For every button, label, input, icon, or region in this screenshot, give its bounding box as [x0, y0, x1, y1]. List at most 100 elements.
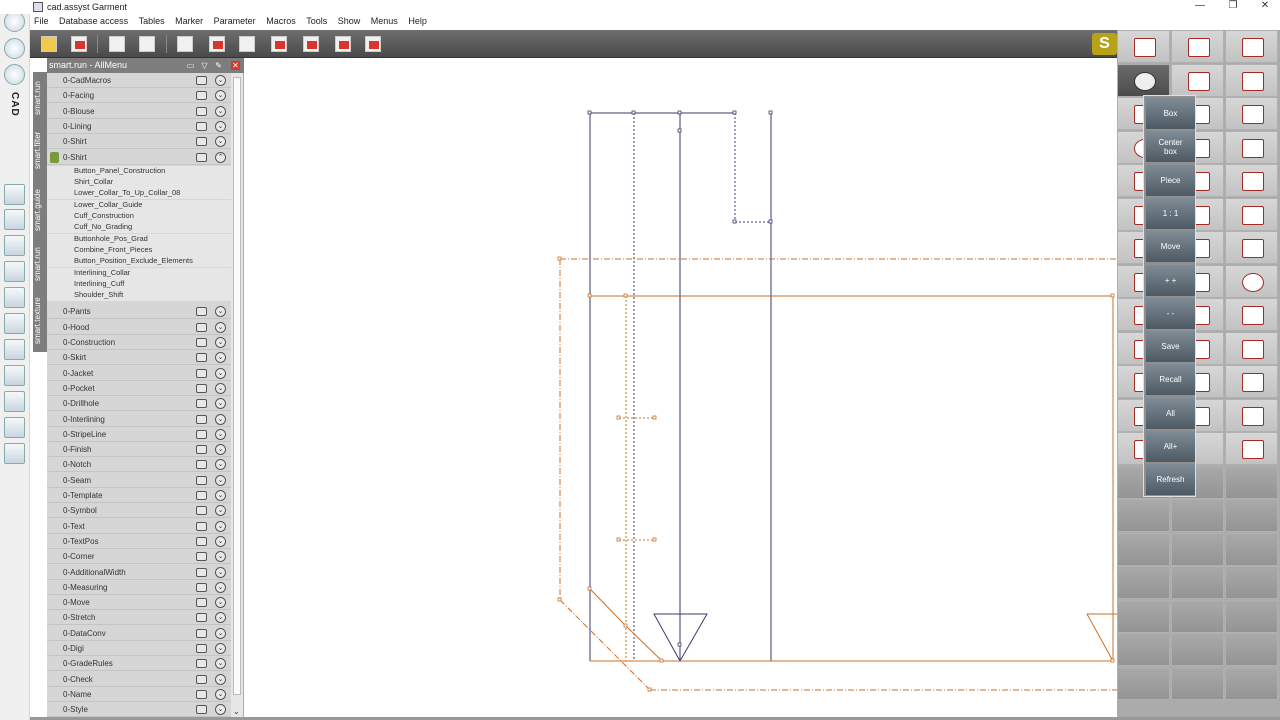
expand-icon[interactable]: ⌄	[215, 459, 226, 471]
panel-filter-icon[interactable]: ▽	[200, 61, 209, 70]
run-macro-icon[interactable]	[196, 414, 207, 424]
expand-icon[interactable]: ⌄	[215, 490, 226, 501]
list-item[interactable]: 0-TextPos ⌄	[47, 534, 231, 549]
drawing-canvas[interactable]	[244, 58, 1117, 717]
run-macro-icon[interactable]	[196, 628, 207, 638]
expand-icon[interactable]: ⌄	[215, 688, 226, 700]
run-macro-icon[interactable]	[196, 613, 207, 623]
cut-icon[interactable]	[4, 365, 25, 386]
figure-tool-icon[interactable]	[4, 287, 25, 308]
expand-icon[interactable]: ⌄	[215, 566, 226, 578]
mirror-tool-button[interactable]	[1225, 231, 1278, 264]
list-item[interactable]: 0-Check ⌄	[47, 672, 231, 687]
run-macro-icon[interactable]	[196, 121, 207, 131]
tab-smart-run[interactable]: smart.run	[33, 78, 47, 118]
redo-icon[interactable]	[136, 34, 158, 54]
export-icon[interactable]	[362, 34, 384, 54]
frame-icon[interactable]	[174, 34, 196, 54]
expand-icon[interactable]: ⌄	[215, 673, 226, 685]
menu-file[interactable]: File	[30, 14, 53, 28]
zoom-recall-button[interactable]: Recall	[1146, 364, 1195, 396]
expand-icon[interactable]: ⌄	[215, 382, 226, 394]
run-macro-icon[interactable]	[196, 322, 207, 332]
run-macro-icon[interactable]	[196, 491, 207, 500]
list-item[interactable]: 0-Digi ⌄	[47, 641, 231, 656]
open-folder-icon[interactable]	[38, 34, 60, 54]
list-item[interactable]: 0-Jacket ⌄	[47, 366, 231, 381]
run-macro-icon[interactable]	[196, 582, 207, 592]
expand-icon[interactable]: ⌄	[215, 75, 226, 86]
tab-smart-texture[interactable]: smart.texture	[33, 290, 47, 352]
figure-icon[interactable]	[4, 11, 25, 32]
list-item[interactable]: 0-Hood ⌄	[47, 320, 231, 335]
expand-icon[interactable]: ⌄	[215, 597, 226, 609]
zoom--button[interactable]: - -	[1146, 297, 1195, 329]
edit-piece-icon[interactable]	[332, 34, 354, 54]
zoom-center-box-button[interactable]: Center box	[1146, 131, 1195, 163]
list-item[interactable]: 0-Facing ⌄	[47, 88, 231, 104]
sub-list-item[interactable]: Combine_Front_Pieces	[47, 244, 231, 256]
expand-icon[interactable]: ⌄	[215, 627, 226, 639]
scroll-down-icon[interactable]: ⌄	[233, 707, 240, 716]
scrollbar-thumb[interactable]	[233, 77, 241, 695]
expand-icon[interactable]: ⌄	[215, 704, 226, 716]
list-item[interactable]: 0-CadMacros ⌄	[47, 73, 231, 88]
expand-icon[interactable]: ⌄	[215, 398, 226, 410]
run-macro-icon[interactable]	[196, 475, 207, 485]
run-macro-icon[interactable]	[196, 705, 207, 715]
expand-icon[interactable]: ⌄	[215, 413, 226, 425]
run-macro-icon[interactable]	[196, 338, 207, 347]
pattern-tool-icon[interactable]	[4, 209, 25, 230]
sub-list-item[interactable]: Button_Position_Exclude_Elements	[47, 256, 231, 268]
panel-minimize-icon[interactable]: ▭	[186, 61, 195, 70]
brush-tool-button[interactable]	[1171, 63, 1224, 97]
expand-icon[interactable]: ⌄	[215, 352, 226, 364]
list-item[interactable]: 0-Name ⌄	[47, 687, 231, 702]
print-icon[interactable]	[4, 443, 25, 464]
hatch-tool-button[interactable]	[1225, 432, 1278, 465]
globe-icon[interactable]	[4, 417, 25, 438]
run-macro-icon[interactable]	[196, 536, 207, 546]
delete-icon[interactable]	[206, 34, 228, 54]
list-item[interactable]: 0-Text ⌄	[47, 519, 231, 534]
run-macro-icon[interactable]	[196, 689, 207, 699]
zoom-tool-button[interactable]	[1117, 63, 1170, 97]
run-macro-icon[interactable]	[196, 429, 207, 439]
expand-icon[interactable]: ⌄	[215, 337, 226, 348]
list-item[interactable]: 0-Interlining ⌄	[47, 412, 231, 427]
collapse-icon[interactable]: ⌃	[215, 151, 226, 163]
tab-smart-filter[interactable]: smart.filter	[33, 122, 47, 178]
sub-list-item[interactable]: Interlining_Cuff	[47, 278, 231, 290]
expand-icon[interactable]: ⌄	[215, 612, 226, 624]
expand-icon[interactable]: ⌄	[215, 551, 226, 563]
list-item[interactable]: 0-Shirt ⌄	[47, 134, 231, 150]
ruler-icon[interactable]	[268, 34, 290, 54]
text-piece-tool-button[interactable]	[1225, 30, 1278, 63]
list-item[interactable]: 0-Drillhole ⌄	[47, 396, 231, 412]
run-macro-icon[interactable]	[196, 76, 207, 85]
list-item[interactable]: 0-Blouse ⌄	[47, 104, 231, 119]
frame-icon[interactable]	[4, 313, 25, 334]
menu-show[interactable]: Show	[334, 14, 365, 28]
sub-list-item[interactable]: Cuff_Construction	[47, 211, 231, 222]
expand-icon[interactable]: ⌄	[215, 90, 226, 102]
minimize-button[interactable]: —	[1185, 0, 1215, 14]
run-macro-icon[interactable]	[196, 567, 207, 577]
list-item[interactable]: 0-Notch ⌄	[47, 457, 231, 473]
save-icon[interactable]	[68, 34, 90, 54]
run-macro-icon[interactable]	[196, 445, 207, 455]
expand-icon[interactable]: ⌄	[215, 535, 226, 547]
run-macro-icon[interactable]	[196, 91, 207, 101]
panel-scrollbar[interactable]: ⌄	[231, 73, 243, 717]
transform-tool-button[interactable]	[1225, 97, 1278, 130]
menu-tools[interactable]: Tools	[302, 14, 331, 28]
list-item[interactable]: 0-Symbol ⌄	[47, 503, 231, 519]
smart-logo-icon[interactable]: S	[1092, 33, 1117, 55]
zoom-move-button[interactable]: Move	[1146, 231, 1195, 263]
run-macro-icon[interactable]	[196, 152, 207, 162]
list-item[interactable]: 0-Stretch ⌄	[47, 610, 231, 626]
zoom-1-1-button[interactable]: 1 : 1	[1146, 197, 1195, 229]
menu-menus[interactable]: Menus	[367, 14, 402, 28]
panel-close-icon[interactable]: ✕	[231, 61, 240, 70]
list-item[interactable]: 0-Pocket ⌄	[47, 381, 231, 396]
